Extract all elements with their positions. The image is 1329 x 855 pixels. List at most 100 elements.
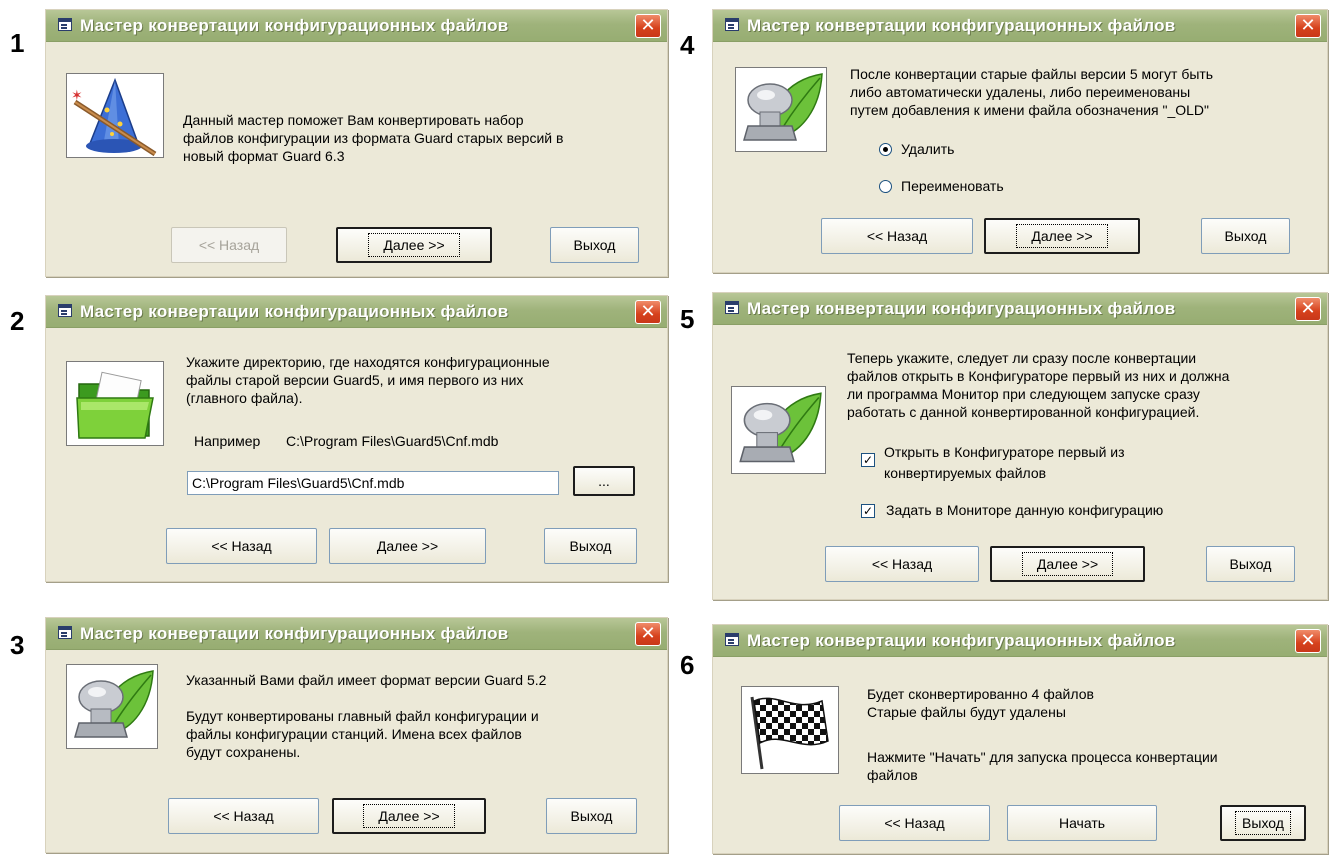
exit-button[interactable]: Выход (1220, 805, 1306, 841)
bolt-leaf-icon (735, 67, 827, 152)
open-in-configurator-label-line-1[interactable]: Открыть в Конфигураторе первый из (884, 443, 1125, 461)
window-title: Мастер конвертации конфигурационных файл… (747, 16, 1176, 35)
close-button[interactable]: ✕ (1295, 14, 1321, 38)
step-number-5: 5 (680, 304, 695, 334)
next-button-label: Далее >> (363, 804, 455, 828)
wizard-dialog-step-5: Мастер конвертации конфигурационных файл… (712, 292, 1328, 600)
back-button[interactable]: << Назад (168, 798, 319, 834)
title-bar[interactable]: Мастер конвертации конфигурационных файл… (713, 10, 1327, 42)
browse-button[interactable]: ... (573, 466, 635, 496)
back-button[interactable]: << Назад (171, 227, 287, 263)
window-title: Мастер конвертации конфигурационных файл… (80, 16, 509, 35)
next-button[interactable]: Далее >> (984, 218, 1140, 254)
back-button[interactable]: << Назад (825, 546, 979, 582)
start-hint-line-1: Нажмите "Начать" для запуска процесса ко… (867, 749, 1218, 765)
instructions-line-3: (главного файла). (186, 390, 303, 406)
step-number-2: 2 (10, 306, 25, 336)
close-button[interactable]: ✕ (1295, 297, 1321, 321)
summary-line-2: Старые файлы будут удалены (867, 704, 1066, 720)
close-button[interactable]: ✕ (635, 300, 661, 324)
window-icon (58, 18, 72, 31)
start-button[interactable]: Начать (1007, 805, 1157, 841)
open-in-configurator-checkbox[interactable]: ✓ (861, 453, 875, 467)
close-button[interactable]: ✕ (635, 14, 661, 38)
window-icon (725, 301, 739, 314)
example-label: Например (194, 433, 261, 449)
window-icon (58, 304, 72, 317)
exit-button-label: Выход (1235, 811, 1291, 835)
instructions-line-1: Укажите директорию, где находятся конфиг… (186, 354, 550, 370)
step-number-1: 1 (10, 28, 25, 58)
window-icon (725, 633, 739, 646)
next-button[interactable]: Далее >> (336, 227, 492, 263)
summary-line-1: Будет сконвертированно 4 файлов (867, 686, 1094, 702)
convert-message-line-2: файлы конфигурации станций. Имена всех ф… (186, 726, 522, 742)
exit-button[interactable]: Выход (546, 798, 637, 834)
convert-message-line-3: будут сохранены. (186, 744, 301, 760)
intro-message-line-1: Данный мастер поможет Вам конвертировать… (183, 112, 524, 128)
set-in-monitor-label[interactable]: Задать в Мониторе данную конфигурацию (886, 501, 1163, 519)
rename-info-line-3: путем добавления к имени файла обозначен… (850, 102, 1210, 118)
open-info-line-1: Теперь укажите, следует ли сразу после к… (847, 350, 1197, 366)
step-number-4: 4 (680, 30, 695, 60)
intro-message-line-3: новый формат Guard 6.3 (183, 148, 345, 164)
open-info-line-4: работать с данной конвертированной конфи… (847, 404, 1200, 420)
wizard-hat-icon: ✶ (66, 73, 164, 158)
folder-icon (66, 361, 164, 446)
path-input[interactable]: C:\Program Files\Guard5\Cnf.mdb (187, 471, 559, 495)
window-icon (58, 626, 72, 639)
bolt-leaf-icon (731, 386, 826, 474)
example-path: C:\Program Files\Guard5\Cnf.mdb (286, 433, 499, 449)
window-title: Мастер конвертации конфигурационных файл… (747, 299, 1176, 318)
intro-message-line-2: файлов конфигурации из формата Guard ста… (183, 130, 564, 146)
open-info-line-2: файлов открыть в Конфигураторе первый из… (847, 368, 1230, 384)
title-bar[interactable]: Мастер конвертации конфигурационных файл… (46, 10, 667, 42)
close-button[interactable]: ✕ (1295, 629, 1321, 653)
svg-text:✶: ✶ (71, 88, 83, 104)
exit-button[interactable]: Выход (1206, 546, 1295, 582)
window-title: Мастер конвертации конфигурационных файл… (80, 302, 509, 321)
wizard-dialog-step-6: Мастер конвертации конфигурационных файл… (712, 624, 1328, 854)
set-in-monitor-checkbox[interactable]: ✓ (861, 504, 875, 518)
delete-radio-label[interactable]: Удалить (901, 140, 954, 158)
open-info-line-3: ли программа Монитор при следующем запус… (847, 386, 1200, 402)
next-button[interactable]: Далее >> (332, 798, 486, 834)
next-button-label: Далее >> (1021, 552, 1114, 576)
next-button-label: Далее >> (1016, 224, 1108, 248)
bolt-leaf-icon (66, 664, 158, 749)
back-button[interactable]: << Назад (166, 528, 317, 564)
start-hint-line-2: файлов (867, 767, 918, 783)
exit-button[interactable]: Выход (1201, 218, 1290, 254)
window-title: Мастер конвертации конфигурационных файл… (747, 631, 1176, 650)
wizard-dialog-step-4: Мастер конвертации конфигурационных файл… (712, 9, 1328, 273)
instructions-line-2: файлы старой версии Guard5, и имя первог… (186, 372, 524, 388)
delete-radio[interactable] (879, 143, 892, 156)
rename-radio[interactable] (879, 180, 892, 193)
exit-button[interactable]: Выход (544, 528, 637, 564)
window-title: Мастер конвертации конфигурационных файл… (80, 624, 509, 643)
title-bar[interactable]: Мастер конвертации конфигурационных файл… (46, 296, 667, 328)
back-button[interactable]: << Назад (839, 805, 990, 841)
wizard-dialog-step-1: Мастер конвертации конфигурационных файл… (45, 9, 668, 277)
window-icon (725, 18, 739, 31)
rename-info-line-1: После конвертации старые файлы версии 5 … (850, 66, 1214, 82)
convert-message-line-1: Будут конвертированы главный файл конфиг… (186, 708, 539, 724)
step-number-6: 6 (680, 650, 695, 680)
format-message: Указанный Вами файл имеет формат версии … (186, 672, 547, 688)
exit-button[interactable]: Выход (550, 227, 639, 263)
wizard-dialog-step-2: Мастер конвертации конфигурационных файл… (45, 295, 668, 582)
close-button[interactable]: ✕ (635, 622, 661, 646)
next-button[interactable]: Далее >> (990, 546, 1145, 582)
checkered-flag-icon (741, 686, 839, 774)
wizard-dialog-step-3: Мастер конвертации конфигурационных файл… (45, 617, 668, 853)
rename-info-line-2: либо автоматически удалены, либо переиме… (850, 84, 1191, 100)
title-bar[interactable]: Мастер конвертации конфигурационных файл… (713, 625, 1327, 657)
open-in-configurator-label-line-2[interactable]: конвертируемых файлов (884, 464, 1046, 482)
next-button-label: Далее >> (368, 233, 460, 257)
step-number-3: 3 (10, 630, 25, 660)
back-button[interactable]: << Назад (821, 218, 973, 254)
title-bar[interactable]: Мастер конвертации конфигурационных файл… (46, 618, 667, 650)
next-button[interactable]: Далее >> (329, 528, 486, 564)
rename-radio-label[interactable]: Переименовать (901, 177, 1004, 195)
title-bar[interactable]: Мастер конвертации конфигурационных файл… (713, 293, 1327, 325)
